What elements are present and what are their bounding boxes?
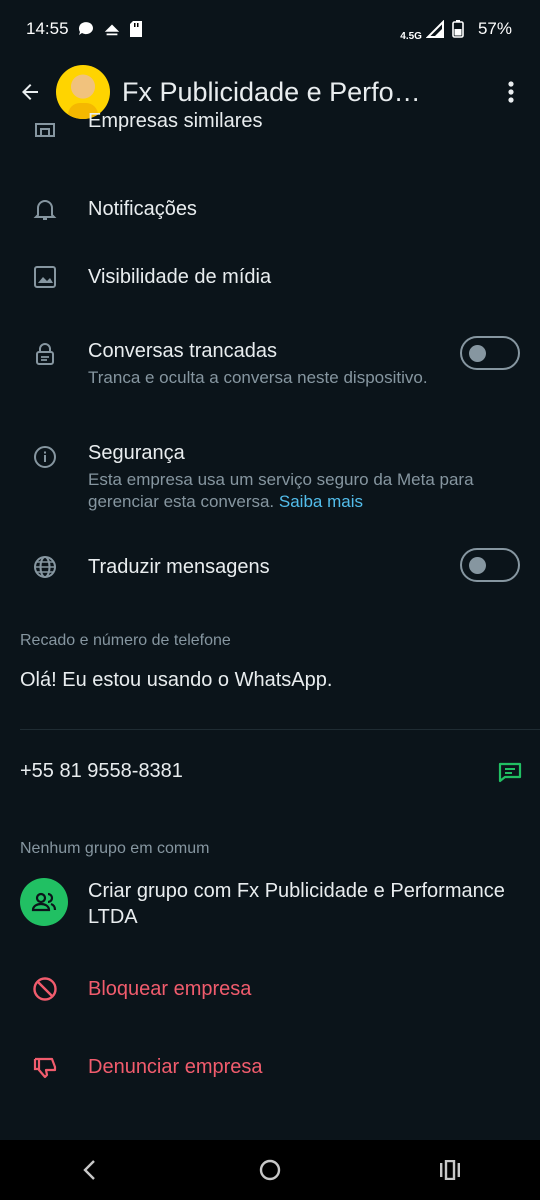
globe-icon xyxy=(32,554,58,580)
security-desc: Esta empresa usa um serviço seguro da Me… xyxy=(88,469,520,513)
store-icon xyxy=(32,116,58,142)
image-icon xyxy=(32,264,58,290)
translate-toggle[interactable] xyxy=(460,548,520,582)
recents-icon xyxy=(440,1160,460,1180)
nav-recents-button[interactable] xyxy=(420,1150,480,1190)
battery-icon xyxy=(452,20,470,38)
menu-item-label: Notificações xyxy=(88,198,197,220)
block-business-row[interactable]: Bloquear empresa xyxy=(0,970,540,1010)
system-nav-bar xyxy=(0,1140,540,1200)
chat-notification-icon xyxy=(77,20,95,38)
home-circle-icon xyxy=(259,1159,281,1181)
bank-app-icon xyxy=(103,20,121,38)
security-text: Segurança Esta empresa usa um serviço se… xyxy=(88,442,520,513)
status-left: 14:55 xyxy=(26,19,147,39)
thumbs-down-icon xyxy=(32,1054,58,1080)
menu-item-security[interactable]: Segurança Esta empresa usa um serviço se… xyxy=(0,436,540,516)
status-time: 14:55 xyxy=(26,19,69,38)
back-button[interactable] xyxy=(12,74,48,110)
bell-icon xyxy=(32,196,58,222)
status-bar: 14:55 4.5G 57% xyxy=(0,0,540,58)
info-icon xyxy=(32,444,58,470)
group-icon-circle xyxy=(20,878,68,926)
about-status: Olá! Eu estou usando o WhatsApp. xyxy=(20,669,333,691)
more-vert-icon xyxy=(508,81,514,103)
locked-chats-desc: Tranca e oculta a conversa neste disposi… xyxy=(88,368,428,387)
phone-row[interactable]: +55 81 9558-8381 xyxy=(0,752,540,792)
menu-item-label: Traduzir mensagens xyxy=(88,556,270,578)
arrow-left-icon xyxy=(22,84,38,100)
report-business-row[interactable]: Denunciar empresa xyxy=(0,1048,540,1088)
locked-chats-label: Conversas trancadas xyxy=(88,340,277,362)
nav-back-button[interactable] xyxy=(60,1150,120,1190)
group-add-icon xyxy=(31,892,57,912)
page-title[interactable]: Fx Publicidade e Perfor… xyxy=(122,77,422,108)
status-right: 4.5G 57% xyxy=(400,17,512,42)
toggle-knob xyxy=(469,345,486,362)
divider xyxy=(20,729,540,730)
chevron-left-icon xyxy=(83,1160,95,1180)
menu-item-translate[interactable]: Traduzir mensagens xyxy=(0,546,540,594)
report-business-label: Denunciar empresa xyxy=(88,1056,263,1078)
network-type: 4.5G xyxy=(400,30,422,42)
block-icon xyxy=(32,976,58,1002)
learn-more-link[interactable]: Saiba mais xyxy=(279,492,363,511)
menu-item-locked-chats[interactable]: Conversas trancadas Tranca e oculta a co… xyxy=(0,332,540,412)
menu-item-label: Visibilidade de mídia xyxy=(88,266,272,288)
locked-chats-text: Conversas trancadas Tranca e oculta a co… xyxy=(88,340,430,389)
menu-item-media-visibility[interactable]: Visibilidade de mídia xyxy=(0,254,540,302)
more-options-button[interactable] xyxy=(496,74,526,110)
message-icon[interactable] xyxy=(496,758,524,786)
create-group-label: Criar grupo com Fx Publicidade e Perform… xyxy=(88,880,505,928)
battery-percent: 57% xyxy=(477,19,512,38)
sd-card-icon xyxy=(129,20,147,38)
create-group-row[interactable]: Criar grupo com Fx Publicidade e Perform… xyxy=(0,874,540,934)
block-business-label: Bloquear empresa xyxy=(88,978,252,1000)
groups-section-title: Nenhum grupo em comum xyxy=(20,840,210,857)
contact-info-content: Empresas similares Notificações Visibili… xyxy=(0,110,540,1140)
signal-icon xyxy=(425,20,444,38)
locked-chats-toggle[interactable] xyxy=(460,336,520,370)
menu-item-notifications[interactable]: Notificações xyxy=(0,186,540,234)
menu-item-similar-companies[interactable]: Empresas similares xyxy=(0,110,540,146)
about-section-title: Recado e número de telefone xyxy=(20,632,231,649)
security-label: Segurança xyxy=(88,442,185,464)
menu-item-label: Empresas similares xyxy=(88,110,263,132)
toggle-knob xyxy=(469,557,486,574)
phone-number: +55 81 9558-8381 xyxy=(20,760,183,782)
nav-home-button[interactable] xyxy=(240,1150,300,1190)
lock-chat-icon xyxy=(32,342,58,368)
